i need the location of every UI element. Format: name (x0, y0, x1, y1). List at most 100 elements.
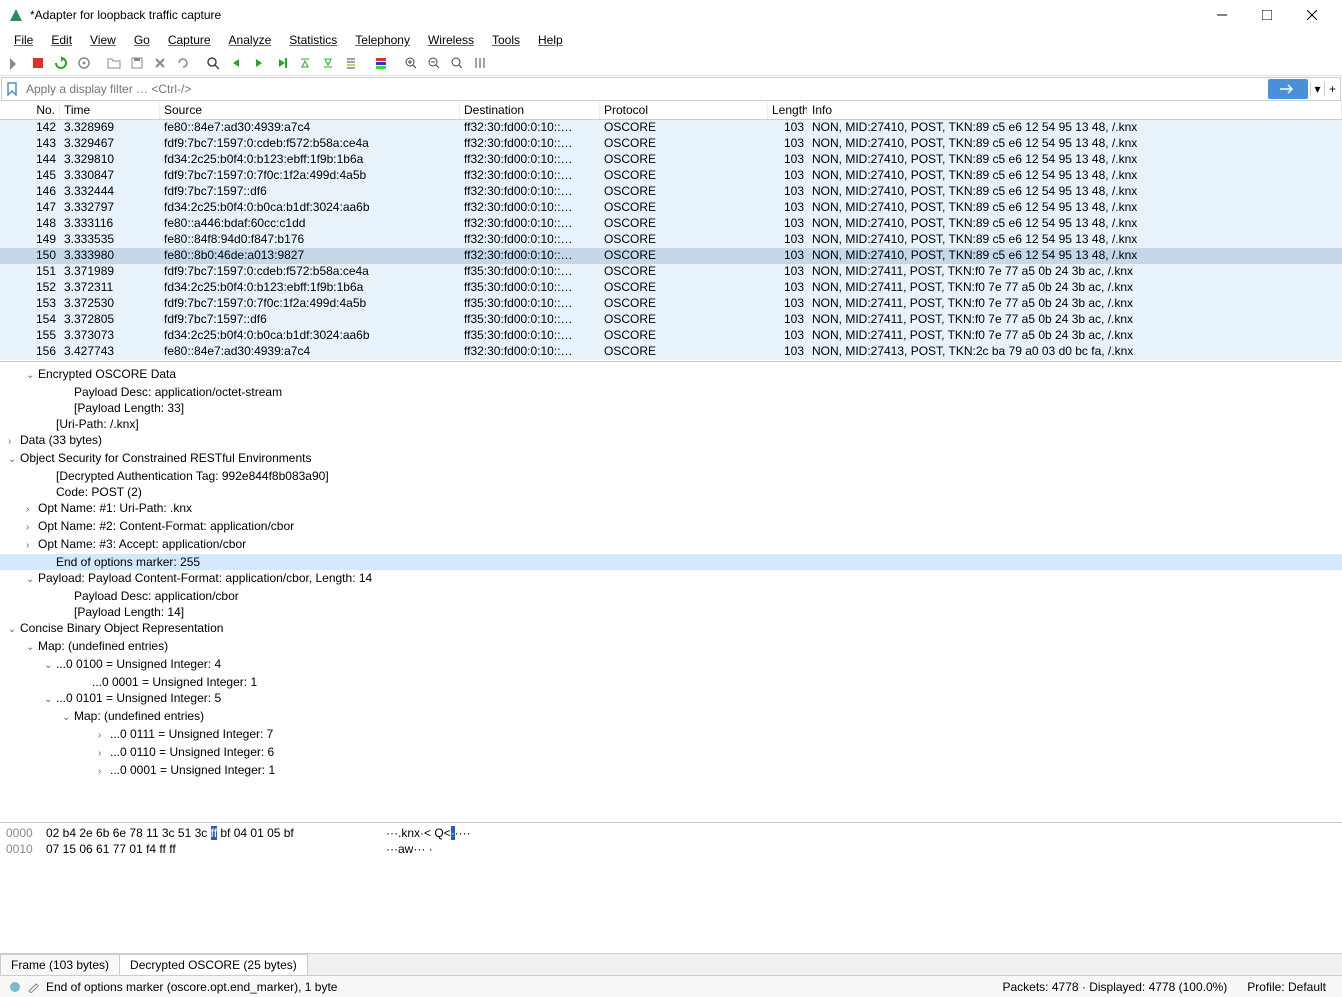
col-header-source[interactable]: Source (160, 102, 460, 119)
edit-capture-comment-icon[interactable] (24, 981, 42, 993)
menu-analyze[interactable]: Analyze (221, 31, 280, 49)
menu-wireless[interactable]: Wireless (420, 31, 482, 49)
close-file-button[interactable] (149, 52, 171, 74)
menu-edit[interactable]: Edit (43, 31, 80, 49)
packet-row[interactable]: 1463.332444fdf9:7bc7:1597::df6ff32:30:fd… (0, 184, 1342, 200)
go-to-packet-button[interactable] (271, 52, 293, 74)
packet-bytes-pane[interactable]: 000002 b4 2e 6b 6e 78 11 3c 51 3c ff bf … (0, 823, 1342, 953)
packet-row[interactable]: 1553.373073fd34:2c25:b0f4:0:b0ca:b1df:30… (0, 328, 1342, 344)
tree-item[interactable]: ›Opt Name: #2: Content-Format: applicati… (0, 518, 1342, 536)
tree-item[interactable]: ›...0 0001 = Unsigned Integer: 1 (0, 762, 1342, 780)
tree-item[interactable]: ⌄Concise Binary Object Representation (0, 620, 1342, 638)
menu-go[interactable]: Go (126, 31, 158, 49)
stop-capture-button[interactable] (27, 52, 49, 74)
zoom-in-button[interactable] (400, 52, 422, 74)
tree-item[interactable]: [Uri-Path: /.knx] (0, 416, 1342, 432)
tree-item[interactable]: [Payload Length: 33] (0, 400, 1342, 416)
start-capture-button[interactable] (4, 52, 26, 74)
tree-item[interactable]: ⌄Payload: Payload Content-Format: applic… (0, 570, 1342, 588)
minimize-button[interactable] (1199, 0, 1244, 30)
packet-list-body[interactable]: 1423.328969fe80::84e7:ad30:4939:a7c4ff32… (0, 120, 1342, 362)
tree-item[interactable]: ⌄Object Security for Constrained RESTful… (0, 450, 1342, 468)
packet-row[interactable]: 1493.333535fe80::84f8:94d0:f847:b176ff32… (0, 232, 1342, 248)
tree-item[interactable]: ›...0 0110 = Unsigned Integer: 6 (0, 744, 1342, 762)
hex-row[interactable]: 000002 b4 2e 6b 6e 78 11 3c 51 3c ff bf … (6, 825, 1336, 841)
packet-row[interactable]: 1443.329810fd34:2c25:b0f4:0:b123:ebff:1f… (0, 152, 1342, 168)
tree-item[interactable]: ›...0 0111 = Unsigned Integer: 7 (0, 726, 1342, 744)
col-header-protocol[interactable]: Protocol (600, 102, 768, 119)
tree-item[interactable]: End of options marker: 255 (0, 554, 1342, 570)
go-back-button[interactable] (225, 52, 247, 74)
col-header-destination[interactable]: Destination (460, 102, 600, 119)
tree-item[interactable]: ⌄...0 0100 = Unsigned Integer: 4 (0, 656, 1342, 674)
go-last-button[interactable] (317, 52, 339, 74)
menu-telephony[interactable]: Telephony (347, 31, 418, 49)
packet-row[interactable]: 1523.372311fd34:2c25:b0f4:0:b123:ebff:1f… (0, 280, 1342, 296)
menu-tools[interactable]: Tools (484, 31, 528, 49)
packet-row[interactable]: 1513.371989fdf9:7bc7:1597:0:cdeb:f572:b5… (0, 264, 1342, 280)
menu-view[interactable]: View (82, 31, 124, 49)
menu-capture[interactable]: Capture (160, 31, 219, 49)
tree-item[interactable]: Payload Desc: application/cbor (0, 588, 1342, 604)
resize-columns-button[interactable] (469, 52, 491, 74)
expert-info-icon[interactable] (6, 981, 24, 993)
zoom-reset-button[interactable] (446, 52, 468, 74)
tab-decrypted-oscore[interactable]: Decrypted OSCORE (25 bytes) (119, 954, 308, 975)
packet-row[interactable]: 1533.372530fdf9:7bc7:1597:0:7f0c:1f2a:49… (0, 296, 1342, 312)
status-field-text: End of options marker (oscore.opt.end_ma… (42, 980, 993, 994)
packet-row[interactable]: 1433.329467fdf9:7bc7:1597:0:cdeb:f572:b5… (0, 136, 1342, 152)
window-title: *Adapter for loopback traffic capture (30, 8, 1199, 22)
col-header-time[interactable]: Time (60, 102, 160, 119)
auto-scroll-button[interactable] (340, 52, 362, 74)
packet-list-pane: No. Time Source Destination Protocol Len… (0, 102, 1342, 362)
filter-bar: ▾ + (1, 77, 1341, 101)
tree-item[interactable]: ⌄Encrypted OSCORE Data (0, 366, 1342, 384)
find-packet-button[interactable] (202, 52, 224, 74)
display-filter-input[interactable] (22, 80, 1268, 98)
tab-frame[interactable]: Frame (103 bytes) (0, 954, 120, 975)
tree-item[interactable]: ›Data (33 bytes) (0, 432, 1342, 450)
col-header-length[interactable]: Length (768, 102, 808, 119)
filter-apply-button[interactable] (1268, 79, 1308, 99)
packet-row[interactable]: 1473.332797fd34:2c25:b0f4:0:b0ca:b1df:30… (0, 200, 1342, 216)
tree-item[interactable]: ›Opt Name: #1: Uri-Path: .knx (0, 500, 1342, 518)
go-forward-button[interactable] (248, 52, 270, 74)
menu-statistics[interactable]: Statistics (281, 31, 345, 49)
packet-row[interactable]: 1543.372805fdf9:7bc7:1597::df6ff35:30:fd… (0, 312, 1342, 328)
col-header-info[interactable]: Info (808, 102, 1342, 119)
capture-options-button[interactable] (73, 52, 95, 74)
go-first-button[interactable] (294, 52, 316, 74)
colorize-button[interactable] (370, 52, 392, 74)
tree-item[interactable]: ⌄Map: (undefined entries) (0, 708, 1342, 726)
restart-capture-button[interactable] (50, 52, 72, 74)
packet-details-pane[interactable]: ⌄Encrypted OSCORE DataPayload Desc: appl… (0, 362, 1342, 823)
status-packet-count: Packets: 4778 · Displayed: 4778 (100.0%) (993, 980, 1238, 994)
tree-item[interactable]: ⌄...0 0101 = Unsigned Integer: 5 (0, 690, 1342, 708)
menu-file[interactable]: File (6, 31, 41, 49)
packet-row[interactable]: 1563.427743fe80::84e7:ad30:4939:a7c4ff32… (0, 344, 1342, 360)
tree-item[interactable]: ...0 0001 = Unsigned Integer: 1 (0, 674, 1342, 690)
filter-add-button[interactable]: + (1324, 82, 1340, 96)
close-button[interactable] (1289, 0, 1334, 30)
open-file-button[interactable] (103, 52, 125, 74)
tree-item[interactable]: ⌄Map: (undefined entries) (0, 638, 1342, 656)
filter-history-dropdown[interactable]: ▾ (1310, 82, 1324, 96)
tree-item[interactable]: [Decrypted Authentication Tag: 992e844f8… (0, 468, 1342, 484)
status-profile[interactable]: Profile: Default (1237, 980, 1336, 994)
zoom-out-button[interactable] (423, 52, 445, 74)
col-header-no[interactable]: No. (0, 102, 60, 119)
maximize-button[interactable] (1244, 0, 1289, 30)
tree-item[interactable]: ›Opt Name: #3: Accept: application/cbor (0, 536, 1342, 554)
tree-item[interactable]: Code: POST (2) (0, 484, 1342, 500)
tree-item[interactable]: Payload Desc: application/octet-stream (0, 384, 1342, 400)
tree-item[interactable]: [Payload Length: 14] (0, 604, 1342, 620)
save-file-button[interactable] (126, 52, 148, 74)
packet-row[interactable]: 1423.328969fe80::84e7:ad30:4939:a7c4ff32… (0, 120, 1342, 136)
hex-row[interactable]: 001007 15 06 61 77 01 f4 ff ff···aw··· · (6, 841, 1336, 857)
packet-row[interactable]: 1483.333116fe80::a446:bdaf:60cc:c1ddff32… (0, 216, 1342, 232)
menu-help[interactable]: Help (530, 31, 571, 49)
reload-button[interactable] (172, 52, 194, 74)
packet-row[interactable]: 1503.333980fe80::8b0:46de:a013:9827ff32:… (0, 248, 1342, 264)
packet-row[interactable]: 1453.330847fdf9:7bc7:1597:0:7f0c:1f2a:49… (0, 168, 1342, 184)
filter-bookmark-icon[interactable] (2, 82, 22, 96)
